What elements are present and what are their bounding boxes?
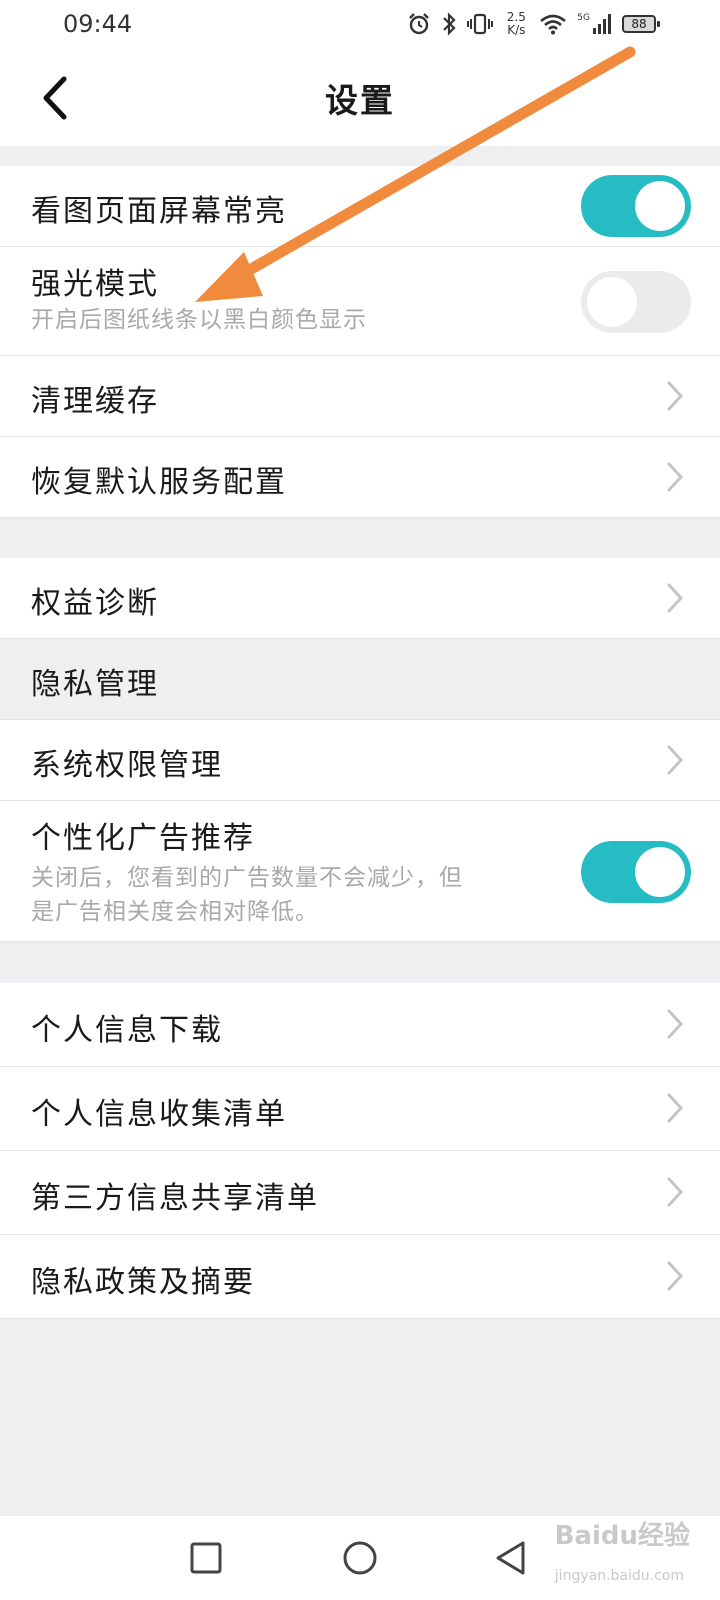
net-speed-unit: K/s xyxy=(507,23,526,37)
setting-privacy-policy[interactable]: 隐私政策及摘要 xyxy=(0,1235,720,1318)
setting-personalized-ads-description-line1: 关闭后，您看到的广告数量不会减少，但 xyxy=(31,865,463,891)
setting-personal-info-download-label: 个人信息下载 xyxy=(31,1013,223,1048)
home-icon xyxy=(343,1541,377,1575)
wifi-icon xyxy=(540,14,567,35)
toggle-knob xyxy=(587,277,637,327)
divider xyxy=(0,941,720,942)
divider xyxy=(0,1318,720,1319)
back-nav-button[interactable] xyxy=(478,1526,542,1590)
chevron-right-icon xyxy=(662,582,688,614)
setting-personal-info-list-label: 个人信息收集清单 xyxy=(31,1097,287,1132)
setting-restore-service-label: 恢复默认服务配置 xyxy=(31,465,287,500)
toggle-knob xyxy=(635,847,685,897)
alarm-icon xyxy=(409,13,430,35)
chevron-right-icon xyxy=(662,380,688,412)
home-button[interactable] xyxy=(328,1526,392,1590)
baidu-watermark-url: jingyan.baidu.com xyxy=(554,1568,684,1584)
battery-level: 88 xyxy=(631,17,647,31)
setting-third-party-list[interactable]: 第三方信息共享清单 xyxy=(0,1151,720,1234)
recent-apps-icon xyxy=(190,1542,222,1574)
vibrate-icon xyxy=(467,13,494,35)
status-bar: 09:44 2.5 K/s 5G 88 xyxy=(0,0,720,50)
setting-restore-service[interactable]: 恢复默认服务配置 xyxy=(0,437,720,517)
setting-personalized-ads-description-line2: 是广告相关度会相对降低。 xyxy=(31,899,319,925)
setting-system-permissions[interactable]: 系统权限管理 xyxy=(0,720,720,800)
status-icons: 2.5 K/s 5G 88 xyxy=(407,8,660,40)
recent-apps-button[interactable] xyxy=(174,1526,238,1590)
setting-personal-info-download[interactable]: 个人信息下载 xyxy=(0,983,720,1066)
chevron-right-icon xyxy=(662,1260,688,1292)
setting-screen-on: 看图页面屏幕常亮 xyxy=(0,166,720,246)
network-type: 5G xyxy=(577,13,590,23)
privacy-section-title: 隐私管理 xyxy=(31,667,159,702)
setting-rights-diagnosis-label: 权益诊断 xyxy=(31,586,159,621)
setting-strong-light: 强光模式 开启后图纸线条以黑白颜色显示 xyxy=(0,247,720,355)
setting-third-party-list-label: 第三方信息共享清单 xyxy=(31,1181,319,1216)
chevron-right-icon xyxy=(662,1008,688,1040)
setting-screen-on-label: 看图页面屏幕常亮 xyxy=(31,194,287,229)
setting-personal-info-list[interactable]: 个人信息收集清单 xyxy=(0,1067,720,1150)
baidu-watermark: Baidu经验 xyxy=(554,1521,690,1551)
chevron-right-icon xyxy=(662,1092,688,1124)
back-icon xyxy=(496,1541,525,1575)
chevron-right-icon xyxy=(662,744,688,776)
status-time: 09:44 xyxy=(63,10,133,38)
setting-privacy-policy-label: 隐私政策及摘要 xyxy=(31,1265,255,1300)
strong-light-toggle[interactable] xyxy=(581,271,691,333)
setting-strong-light-description: 开启后图纸线条以黑白颜色显示 xyxy=(31,307,367,333)
setting-clear-cache-label: 清理缓存 xyxy=(31,384,159,419)
setting-rights-diagnosis[interactable]: 权益诊断 xyxy=(0,558,720,638)
page-title: 设置 xyxy=(325,81,395,120)
chevron-right-icon xyxy=(662,461,688,493)
personalized-ads-toggle[interactable] xyxy=(581,841,691,903)
chevron-right-icon xyxy=(662,1176,688,1208)
setting-clear-cache[interactable]: 清理缓存 xyxy=(0,356,720,436)
bluetooth-icon xyxy=(443,12,456,36)
setting-system-permissions-label: 系统权限管理 xyxy=(31,748,223,783)
setting-personalized-ads: 个性化广告推荐 关闭后，您看到的广告数量不会减少，但 是广告相关度会相对降低。 xyxy=(0,801,720,941)
net-speed: 2.5 K/s xyxy=(503,11,529,37)
setting-personalized-ads-label: 个性化广告推荐 xyxy=(31,821,255,856)
nav-bar: 设置 xyxy=(0,50,720,146)
privacy-section-header: 隐私管理 xyxy=(0,639,720,719)
signal-icon: 5G xyxy=(577,13,612,35)
divider xyxy=(0,517,720,518)
screen-on-toggle[interactable] xyxy=(581,175,691,237)
battery-icon: 88 xyxy=(622,15,660,33)
setting-strong-light-label: 强光模式 xyxy=(31,267,159,302)
toggle-knob xyxy=(635,181,685,231)
